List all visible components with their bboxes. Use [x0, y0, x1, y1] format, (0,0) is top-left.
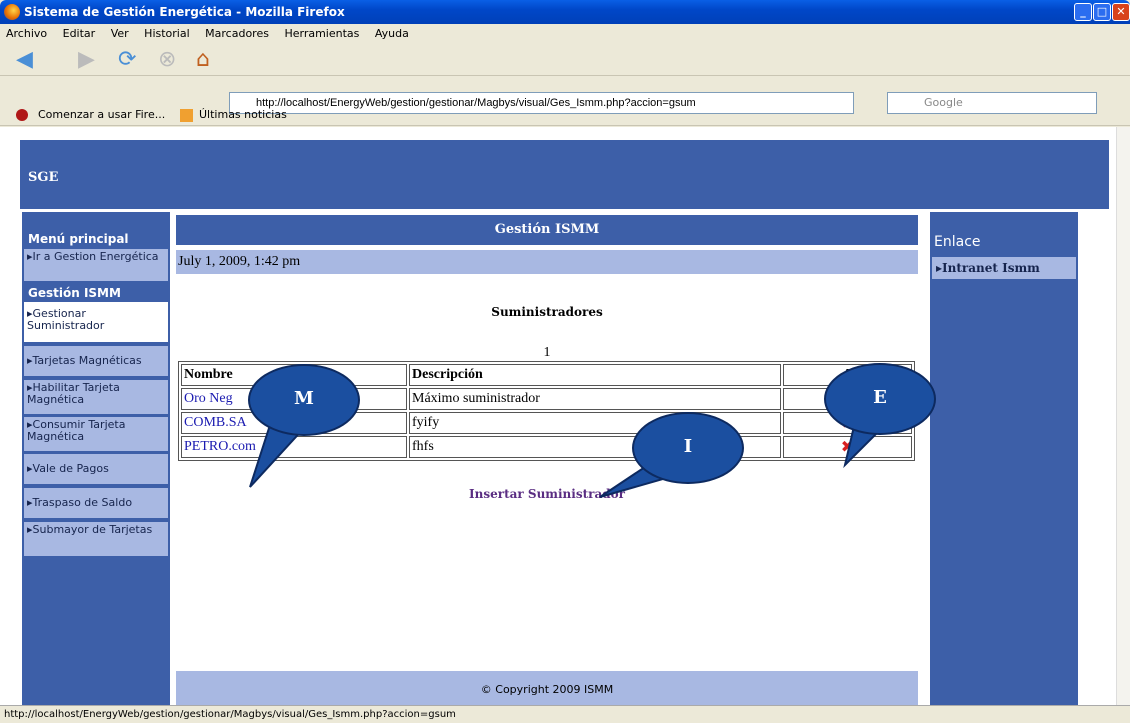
page-content: SGE Menú principal ▸Ir a Gestion Energét…	[0, 127, 1116, 705]
callout-i: I	[632, 412, 744, 484]
forward-icon[interactable]: ▶	[78, 48, 95, 72]
back-icon[interactable]: ◀	[16, 48, 33, 72]
stop-icon[interactable]: ⊗	[158, 48, 176, 72]
window-title: Sistema de Gestión Energética - Mozilla …	[24, 5, 345, 19]
firefox-icon	[4, 4, 20, 20]
bookmark-firefox-icon	[16, 109, 28, 121]
bookmarks-toolbar: Comenzar a usar Fire... Últimas noticias	[0, 104, 1130, 126]
window-titlebar: Sistema de Gestión Energética - Mozilla …	[0, 0, 1130, 24]
menu-marcadores[interactable]: Marcadores	[205, 27, 269, 40]
menu-bar: Archivo Editar Ver Historial Marcadores …	[0, 24, 1130, 44]
menu-editar[interactable]: Editar	[63, 27, 96, 40]
menu-historial[interactable]: Historial	[144, 27, 189, 40]
callout-e: E	[824, 363, 936, 435]
maximize-button[interactable]: □	[1093, 3, 1111, 21]
rss-icon	[180, 109, 193, 122]
menu-ver[interactable]: Ver	[111, 27, 129, 40]
bookmark-comenzar[interactable]: Comenzar a usar Fire...	[38, 104, 165, 126]
menu-herramientas[interactable]: Herramientas	[284, 27, 359, 40]
callout-pointers	[249, 420, 888, 498]
vertical-scrollbar[interactable]	[1116, 127, 1130, 705]
callout-m: M	[248, 364, 360, 436]
menu-archivo[interactable]: Archivo	[6, 27, 47, 40]
reload-icon[interactable]: ⟳	[118, 48, 136, 72]
home-icon[interactable]: ⌂	[196, 48, 210, 72]
status-bar: http://localhost/EnergyWeb/gestion/gesti…	[0, 705, 1130, 722]
minimize-button[interactable]: _	[1074, 3, 1092, 21]
bookmark-noticias[interactable]: Últimas noticias	[199, 104, 287, 126]
menu-ayuda[interactable]: Ayuda	[375, 27, 409, 40]
close-button[interactable]: ✕	[1112, 3, 1130, 21]
navigation-toolbar: ◀ ▶ ⟳ ⊗ ⌂ http://localhost/EnergyWeb/ges…	[0, 44, 1130, 114]
